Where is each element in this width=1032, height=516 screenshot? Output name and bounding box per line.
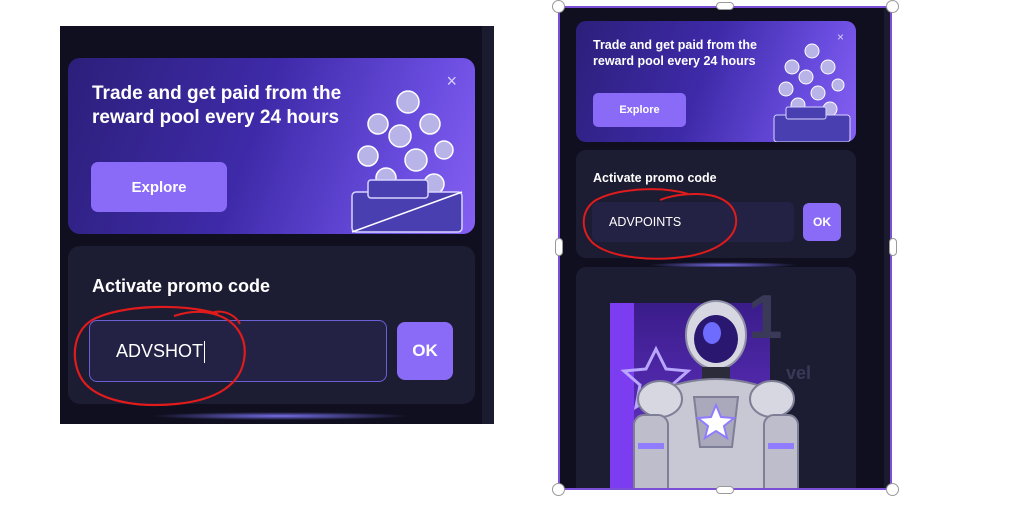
resize-handle-bottom-right[interactable] [886,483,899,496]
annotation-circle-left [73,305,246,407]
explore-button[interactable]: Explore [91,162,227,212]
coin-pile-illustration [773,43,851,142]
card-glow [150,412,410,420]
ok-button[interactable]: OK [803,203,841,241]
banner-title: Trade and get paid from the reward pool … [593,38,757,68]
resize-handle-bottom-left[interactable] [552,483,565,496]
resize-handle-top[interactable] [716,2,734,10]
resize-handle-bottom[interactable] [716,486,734,494]
banner-title: Trade and get paid from the reward pool … [92,83,342,128]
level-hero-card: 1 vel [576,267,856,489]
coin-pile-illustration [351,90,463,233]
promo-heading: Activate promo code [593,171,717,185]
promo-heading: Activate promo code [92,276,271,296]
reward-banner: Trade and get paid from the reward pool … [576,21,856,142]
resize-handle-top-right[interactable] [886,0,899,13]
resize-handle-top-left[interactable] [552,0,565,13]
explore-button[interactable]: Explore [593,93,686,127]
robot-character-illustration [620,300,799,489]
stage: Trade and get paid from the reward pool … [0,0,1032,516]
sidebar-edge [482,26,494,424]
reward-banner: Trade and get paid from the reward pool … [68,58,475,234]
annotation-circle-right [582,188,738,260]
resize-handle-right[interactable] [889,238,897,256]
ok-button[interactable]: OK [397,322,453,380]
resize-handle-left[interactable] [555,238,563,256]
